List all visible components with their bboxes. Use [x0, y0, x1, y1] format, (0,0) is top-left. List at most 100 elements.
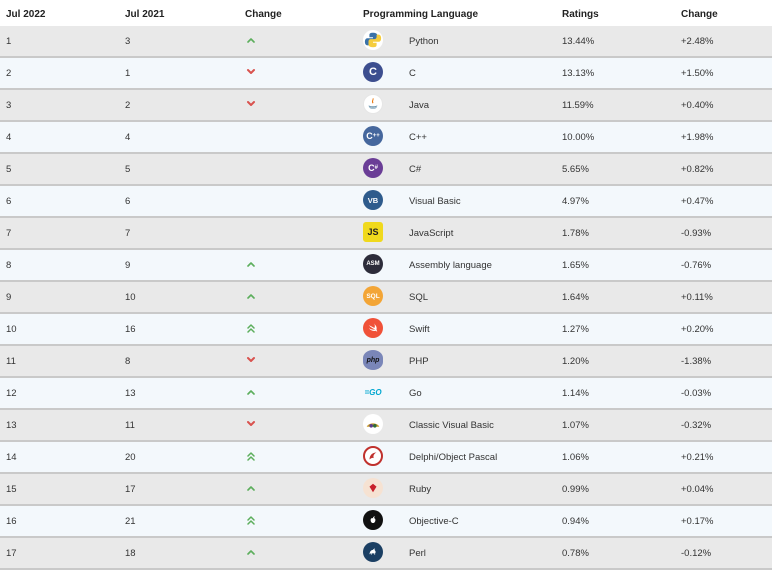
- rank-jul-2022: 15: [6, 484, 17, 495]
- rating-change: -0.03%: [681, 388, 712, 399]
- language-name: Classic Visual Basic: [409, 420, 494, 431]
- rank-jul-2022: 2: [6, 68, 12, 79]
- rank-jul-2022: 5: [6, 164, 12, 175]
- table-row[interactable]: 3 2 Java 11.59% +0.40%: [0, 90, 772, 122]
- rank-jul-2022: 1: [6, 36, 12, 47]
- rating-change: -0.32%: [681, 420, 712, 431]
- language-name: C#: [409, 164, 422, 175]
- language-name: Go: [409, 388, 422, 399]
- rank-jul-2022: 3: [6, 100, 12, 111]
- rating-change: -0.12%: [681, 548, 712, 559]
- rank-jul-2021: 18: [125, 548, 136, 559]
- table-row[interactable]: 12 13 =GO Go 1.14% -0.03%: [0, 378, 772, 410]
- rating-value: 1.07%: [562, 420, 589, 431]
- double-chevron-up-icon: [245, 514, 257, 526]
- table-row[interactable]: 15 17 Ruby 0.99% +0.04%: [0, 474, 772, 506]
- rank-jul-2022: 4: [6, 132, 12, 143]
- header-ratings[interactable]: Ratings: [562, 9, 599, 20]
- table-header: Jul 2022 Jul 2021 Change Programming Lan…: [0, 0, 772, 26]
- chevron-up-icon: [245, 386, 257, 398]
- rank-jul-2021: 6: [125, 196, 131, 207]
- rating-change: +2.48%: [681, 36, 714, 47]
- rank-jul-2022: 7: [6, 228, 12, 239]
- rating-value: 0.94%: [562, 516, 589, 527]
- table-row[interactable]: 14 20 Delphi/Object Pascal 1.06% +0.21%: [0, 442, 772, 474]
- rating-change: +0.17%: [681, 516, 714, 527]
- table-row[interactable]: 1 3 Python 13.44% +2.48%: [0, 26, 772, 58]
- rating-value: 5.65%: [562, 164, 589, 175]
- rating-change: +0.21%: [681, 452, 714, 463]
- language-name: Objective-C: [409, 516, 459, 527]
- rating-change: +0.47%: [681, 196, 714, 207]
- rank-jul-2022: 12: [6, 388, 17, 399]
- rank-jul-2022: 9: [6, 292, 12, 303]
- chevron-down-icon: [245, 354, 257, 366]
- rank-jul-2022: 16: [6, 516, 17, 527]
- language-name: JavaScript: [409, 228, 454, 239]
- table-row[interactable]: 13 11 Classic Visual Basic 1.07% -0.32%: [0, 410, 772, 442]
- rating-value: 13.44%: [562, 36, 595, 47]
- table-row[interactable]: 2 1 C C 13.13% +1.50%: [0, 58, 772, 90]
- rank-jul-2022: 14: [6, 452, 17, 463]
- language-name: Perl: [409, 548, 426, 559]
- header-jul-2021[interactable]: Jul 2021: [125, 9, 164, 20]
- rating-value: 11.59%: [562, 100, 594, 111]
- language-name: Delphi/Object Pascal: [409, 452, 498, 463]
- rank-jul-2021: 3: [125, 36, 131, 47]
- language-name: Visual Basic: [409, 196, 461, 207]
- rating-value: 1.64%: [562, 292, 589, 303]
- language-name: Ruby: [409, 484, 432, 495]
- language-name: Assembly language: [409, 260, 492, 271]
- rank-jul-2021: 11: [125, 420, 135, 431]
- table-row[interactable]: 11 8 php PHP 1.20% -1.38%: [0, 346, 772, 378]
- rank-jul-2022: 13: [6, 420, 17, 431]
- header-programming-language[interactable]: Programming Language: [363, 9, 478, 20]
- rating-value: 1.27%: [562, 324, 589, 335]
- table-row[interactable]: 16 21 Objective-C 0.94% +0.17%: [0, 506, 772, 538]
- rating-value: 1.06%: [562, 452, 589, 463]
- language-name: C: [409, 68, 416, 79]
- rank-jul-2021: 2: [125, 100, 131, 111]
- language-name: C++: [409, 132, 427, 143]
- chevron-up-icon: [245, 290, 257, 302]
- chevron-down-icon: [245, 418, 257, 430]
- chevron-up-icon: [245, 546, 257, 558]
- header-jul-2022[interactable]: Jul 2022: [6, 9, 45, 20]
- rating-change: -0.93%: [681, 228, 712, 239]
- table-row[interactable]: 10 16 Swift 1.27% +0.20%: [0, 314, 772, 346]
- chevron-up-icon: [245, 258, 257, 270]
- rank-jul-2021: 20: [125, 452, 136, 463]
- rating-value: 1.65%: [562, 260, 589, 271]
- rank-jul-2021: 10: [125, 292, 136, 303]
- table-body: 1 3 Python 13.44% +2.48% 2 1 C C 13.13% +1.50% 3 2 Ja…: [0, 26, 772, 570]
- chevron-up-icon: [245, 482, 257, 494]
- table-row[interactable]: 7 7 JS JavaScript 1.78% -0.93%: [0, 218, 772, 250]
- rating-value: 0.78%: [562, 548, 589, 559]
- rating-change: +0.11%: [681, 292, 713, 303]
- table-row[interactable]: 4 4 C ++ C++ 10.00% +1.98%: [0, 122, 772, 154]
- rating-change: +0.82%: [681, 164, 714, 175]
- rank-jul-2021: 7: [125, 228, 131, 239]
- rating-change: -0.76%: [681, 260, 712, 271]
- double-chevron-up-icon: [245, 450, 257, 462]
- table-row[interactable]: 6 6 VB Visual Basic 4.97% +0.47%: [0, 186, 772, 218]
- rank-jul-2022: 8: [6, 260, 12, 271]
- table-row[interactable]: 8 9 ASM Assembly language 1.65% -0.76%: [0, 250, 772, 282]
- rating-value: 4.97%: [562, 196, 589, 207]
- rank-jul-2021: 8: [125, 356, 131, 367]
- rank-jul-2021: 16: [125, 324, 136, 335]
- rank-jul-2021: 4: [125, 132, 131, 143]
- rank-jul-2022: 17: [6, 548, 17, 559]
- table-row[interactable]: 9 10 SQL SQL 1.64% +0.11%: [0, 282, 772, 314]
- rank-jul-2022: 10: [6, 324, 17, 335]
- rank-jul-2021: 1: [125, 68, 131, 79]
- table-row[interactable]: 17 18 Perl 0.78% -0.12%: [0, 538, 772, 570]
- rating-value: 1.20%: [562, 356, 589, 367]
- rating-value: 1.14%: [562, 388, 589, 399]
- header-rating-change[interactable]: Change: [681, 9, 718, 20]
- rank-jul-2021: 5: [125, 164, 131, 175]
- rating-change: +1.50%: [681, 68, 714, 79]
- rating-value: 13.13%: [562, 68, 595, 79]
- header-change[interactable]: Change: [245, 9, 282, 20]
- table-row[interactable]: 5 5 C # C# 5.65% +0.82%: [0, 154, 772, 186]
